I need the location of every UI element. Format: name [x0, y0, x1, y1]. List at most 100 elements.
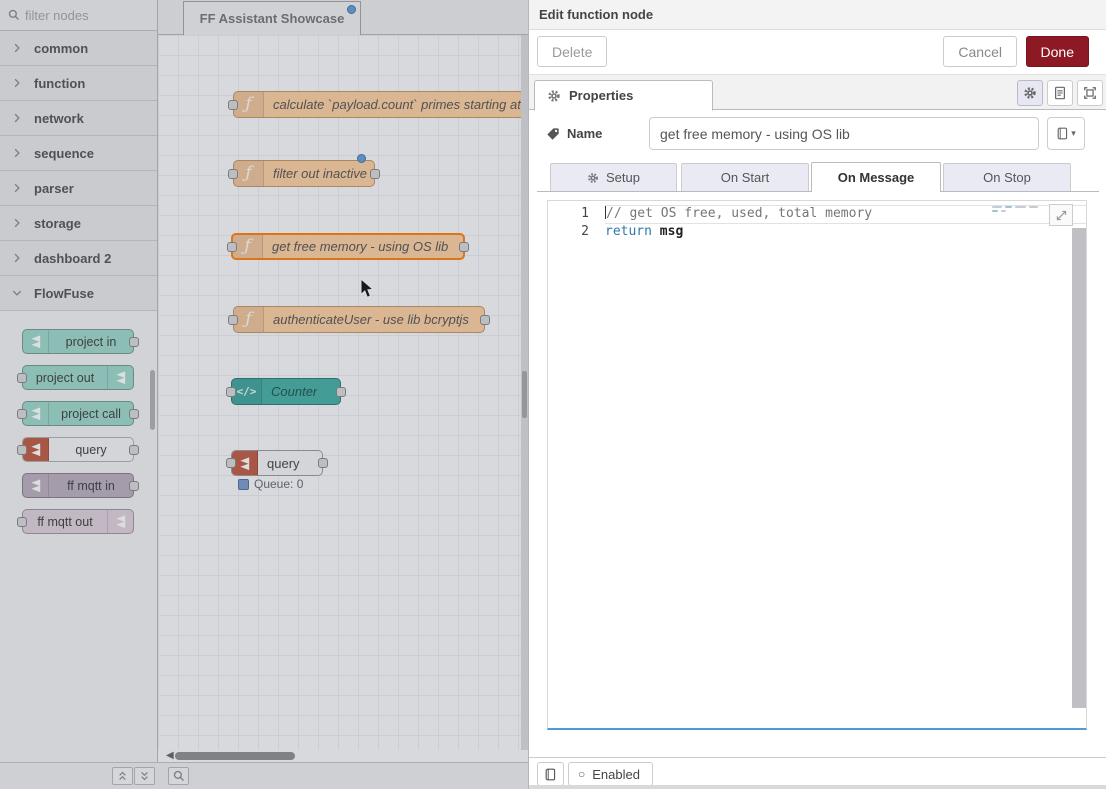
palette-node-label: project out	[23, 371, 107, 385]
box-outline-icon	[1083, 86, 1097, 100]
function-icon: ƒ	[233, 235, 263, 258]
node-query[interactable]: query	[231, 450, 323, 476]
palette-search[interactable]	[0, 0, 157, 31]
palette-node-label: ff mqtt in	[49, 479, 133, 493]
canvas-footer	[158, 762, 528, 789]
input-port[interactable]	[226, 387, 236, 397]
category-label: storage	[34, 216, 81, 231]
palette-node-label: ff mqtt out	[23, 515, 107, 529]
book-icon	[1056, 127, 1069, 140]
zoom-search-button[interactable]	[168, 767, 189, 785]
input-port	[17, 373, 27, 383]
category-label: function	[34, 76, 85, 91]
palette-category-parser[interactable]: parser	[0, 171, 157, 206]
tab-on-start[interactable]: On Start	[681, 163, 809, 191]
editor-expand-button[interactable]	[1049, 204, 1073, 226]
workspace-grid[interactable]: ƒ calculate `payload.count` primes start…	[158, 35, 528, 750]
tab-properties[interactable]: Properties	[534, 80, 713, 111]
scroll-left-arrow[interactable]: ◀	[166, 750, 174, 761]
expand-all-button[interactable]	[134, 767, 155, 785]
tray-title: Edit function node	[539, 7, 653, 22]
palette-category-sequence[interactable]: sequence	[0, 136, 157, 171]
delete-button[interactable]: Delete	[537, 36, 607, 67]
enabled-circle-icon: ○	[578, 767, 585, 781]
horizontal-scrollbar[interactable]: ◀	[158, 750, 528, 762]
node-counter[interactable]: </> Counter	[231, 378, 341, 405]
node-filter-out-inactive[interactable]: ƒ filter out inactive	[233, 160, 375, 187]
palette-node-ff-mqtt-in[interactable]: ff mqtt in	[22, 473, 134, 498]
enabled-toggle-button[interactable]: ○ Enabled	[568, 762, 653, 786]
node-authenticate-user[interactable]: ƒ authenticateUser - use lib bcryptjs	[233, 306, 485, 333]
palette-category-flowfuse[interactable]: FlowFuse	[0, 276, 157, 311]
footer-library-button[interactable]	[537, 762, 564, 786]
output-port[interactable]	[459, 242, 469, 252]
code-comment: // get OS free, used, total memory	[606, 206, 872, 221]
cancel-button[interactable]: Cancel	[943, 36, 1017, 67]
palette-scrollbar[interactable]	[150, 370, 155, 430]
node-get-free-memory[interactable]: ƒ get free memory - using OS lib	[231, 233, 465, 260]
palette-filter-input[interactable]	[25, 8, 135, 23]
expand-icon	[1055, 209, 1068, 222]
code-keyword: return	[605, 224, 652, 239]
chevron-right-icon	[12, 148, 22, 158]
input-port[interactable]	[228, 169, 238, 179]
description-view-button[interactable]	[1047, 80, 1073, 106]
vertical-scrollbar[interactable]	[521, 35, 528, 750]
output-port	[129, 445, 139, 455]
tray-toolbar: Delete Cancel Done	[529, 30, 1106, 74]
chevron-right-icon	[12, 43, 22, 53]
tray-tabs-row: Properties	[529, 74, 1106, 110]
tab-on-message[interactable]: On Message	[811, 162, 941, 192]
input-port[interactable]	[227, 242, 237, 252]
node-label: authenticateUser - use lib bcryptjs	[264, 312, 469, 327]
palette-category-common[interactable]: common	[0, 31, 157, 66]
palette-node-query[interactable]: query	[22, 437, 134, 462]
palette-node-project-call[interactable]: project call	[22, 401, 134, 426]
collapse-all-button[interactable]	[112, 767, 133, 785]
palette-node-project-out[interactable]: project out	[22, 365, 134, 390]
function-icon: ƒ	[234, 161, 264, 186]
double-chevron-down-icon	[140, 771, 149, 781]
chevron-right-icon	[12, 253, 22, 263]
palette-node-label: project call	[49, 407, 133, 421]
palette-category-dashboard2[interactable]: dashboard 2	[0, 241, 157, 276]
appearance-view-button[interactable]	[1077, 80, 1103, 106]
properties-view-button[interactable]	[1017, 80, 1043, 106]
palette-node-project-in[interactable]: project in	[22, 329, 134, 354]
output-port[interactable]	[336, 387, 346, 397]
scrollbar-thumb[interactable]	[522, 371, 527, 418]
library-dropdown-button[interactable]: ▾	[1047, 117, 1085, 150]
flowfuse-icon	[107, 510, 133, 533]
input-port[interactable]	[228, 100, 238, 110]
output-port[interactable]	[480, 315, 490, 325]
tab-on-stop[interactable]: On Stop	[943, 163, 1071, 191]
palette-node-ff-mqtt-out[interactable]: ff mqtt out	[22, 509, 134, 534]
palette-category-storage[interactable]: storage	[0, 206, 157, 241]
tab-setup[interactable]: Setup	[550, 163, 677, 191]
palette-node-label: query	[49, 443, 133, 457]
output-port	[129, 409, 139, 419]
book-icon	[544, 768, 557, 781]
flow-tab[interactable]: FF Assistant Showcase	[183, 1, 361, 35]
node-calculate-primes[interactable]: ƒ calculate `payload.count` primes start…	[233, 91, 528, 118]
input-port	[17, 445, 27, 455]
scrollbar-thumb[interactable]	[175, 752, 295, 760]
input-port[interactable]	[228, 315, 238, 325]
palette-footer	[0, 762, 158, 789]
done-button[interactable]: Done	[1026, 36, 1089, 67]
palette-category-function[interactable]: function	[0, 66, 157, 101]
editor-scrollbar[interactable]	[1072, 228, 1086, 708]
output-port[interactable]	[318, 458, 328, 468]
output-port[interactable]	[370, 169, 380, 179]
node-label: filter out inactive	[264, 166, 367, 181]
gear-icon	[587, 172, 599, 184]
name-input[interactable]	[649, 117, 1039, 150]
palette-category-network[interactable]: network	[0, 101, 157, 136]
code-variable: msg	[652, 224, 683, 239]
palette-flowfuse-nodes: project in project out project call quer…	[0, 311, 157, 760]
tray-body: Name ▾ Setup On Start On Message On Stop	[529, 110, 1106, 761]
tag-icon	[546, 127, 560, 141]
code-editor[interactable]: 1 // get OS free, used, total memory 2 r…	[547, 200, 1087, 730]
node-changed-dot	[357, 154, 366, 163]
input-port[interactable]	[226, 458, 236, 468]
